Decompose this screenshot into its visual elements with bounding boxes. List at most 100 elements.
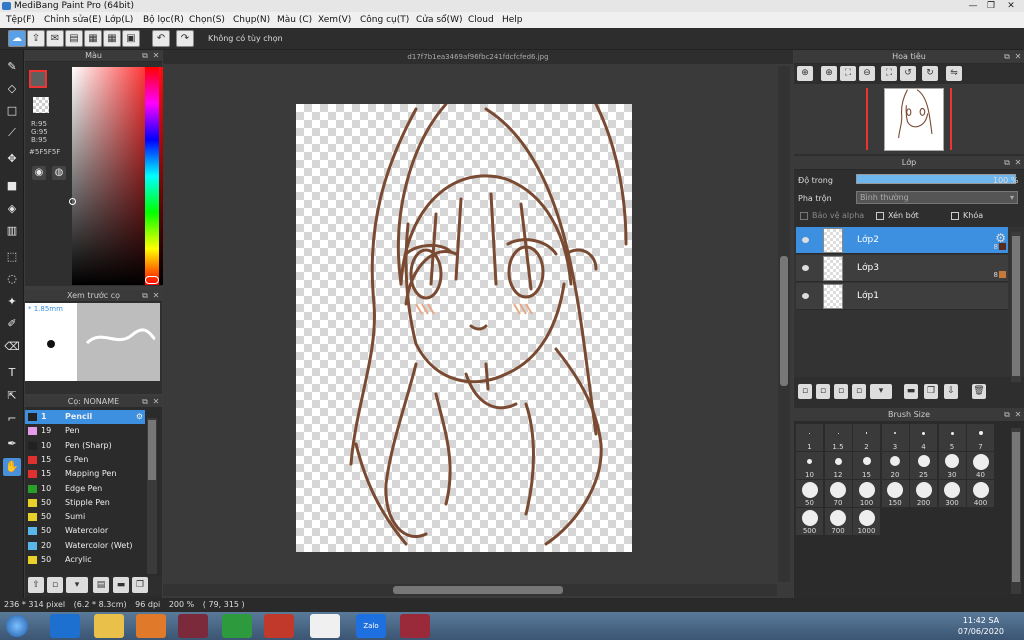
select-eraser-icon[interactable]: ⌫ xyxy=(3,338,21,356)
zoom-out-icon[interactable]: ⊖ xyxy=(859,66,875,81)
foreground-color-swatch[interactable] xyxy=(29,70,47,88)
navigator-view[interactable] xyxy=(794,84,1024,154)
brush-size-scroll-thumb[interactable] xyxy=(1012,432,1020,582)
brush-size-preset[interactable]: 100 xyxy=(853,480,880,507)
dropper-tool-icon[interactable]: ✒ xyxy=(3,435,21,453)
close-button[interactable]: ✕ xyxy=(1002,0,1020,12)
layer-row[interactable]: Lớp3 8 xyxy=(796,255,1008,282)
rotate-left-icon[interactable]: ↺ xyxy=(900,66,916,81)
panel-close-icon[interactable]: ✕ xyxy=(151,50,161,62)
brush-size-preset[interactable]: 700 xyxy=(824,508,852,535)
comment-icon[interactable]: ✉ xyxy=(46,30,64,47)
palette-icon[interactable]: ◉ xyxy=(32,166,46,180)
brush-item[interactable]: 1 Pencil ⚙ xyxy=(25,410,145,424)
zalo-icon[interactable]: Zalo xyxy=(356,614,386,638)
new-brush-icon[interactable]: ▫ xyxy=(47,577,63,593)
brush-size-preset[interactable]: 300 xyxy=(938,480,966,507)
brush-size-preset[interactable]: 12 xyxy=(824,452,852,479)
lock-checkbox[interactable] xyxy=(951,212,959,220)
eraser-tool-icon[interactable]: ◇ xyxy=(3,80,21,98)
bucket-tool-icon[interactable]: ◈ xyxy=(3,200,21,218)
add-layer-menu-icon[interactable]: ▾ xyxy=(870,384,892,399)
panel-close-icon[interactable]: ✕ xyxy=(1013,50,1023,64)
fit-window-icon[interactable]: ⛶ xyxy=(840,66,856,81)
visibility-eye-icon[interactable] xyxy=(802,237,809,243)
medibang-taskbar-icon[interactable] xyxy=(310,614,340,638)
app-grid-icon[interactable] xyxy=(400,614,430,638)
zoom-fit-icon[interactable]: ⊕ xyxy=(821,66,837,81)
select-pen-icon[interactable]: ✐ xyxy=(3,315,21,333)
layout-icon[interactable]: ▣ xyxy=(122,30,140,47)
canvas-vscroll-thumb[interactable] xyxy=(780,256,788,386)
brush-size-preset[interactable]: 70 xyxy=(824,480,852,507)
brush-list-scroll-thumb[interactable] xyxy=(148,420,156,480)
panel-float-icon[interactable]: ⧉ xyxy=(140,50,150,62)
page-icon[interactable]: ▦ xyxy=(84,30,102,47)
chat-icon[interactable]: ▤ xyxy=(65,30,83,47)
clock[interactable]: 11:42 SA 07/06/2020 xyxy=(958,615,1004,637)
brush-settings-icon[interactable]: ▤ xyxy=(93,577,109,593)
menu-view[interactable]: Xem(V) xyxy=(318,12,351,28)
brush-size-preset[interactable]: 4 xyxy=(910,424,937,451)
new-8bit-layer-icon[interactable]: ▫ xyxy=(834,384,848,399)
brush-size-preset[interactable]: 15 xyxy=(853,452,880,479)
zoom-in-icon[interactable]: ⊕ xyxy=(797,66,813,81)
brush-size-preset[interactable]: 30 xyxy=(938,452,966,479)
sv-cursor[interactable] xyxy=(69,198,76,205)
grid-icon[interactable]: ▦ xyxy=(103,30,121,47)
brush-item[interactable]: 15 Mapping Pen xyxy=(25,467,145,481)
line-tool-icon[interactable]: ⟋ xyxy=(3,124,21,142)
redo-icon[interactable]: ↷ xyxy=(176,30,194,47)
clipping-checkbox[interactable] xyxy=(876,212,884,220)
brush-size-preset[interactable]: 400 xyxy=(967,480,994,507)
layer-row[interactable]: Lớp1 xyxy=(796,283,1008,310)
brush-size-preset[interactable]: 2 xyxy=(853,424,880,451)
brush-size-preset[interactable]: 7 xyxy=(967,424,994,451)
brush-size-preset[interactable]: 1 xyxy=(796,424,823,451)
brush-item[interactable]: 15 G Pen xyxy=(25,453,145,467)
brush-size-preset[interactable]: 25 xyxy=(910,452,937,479)
export-icon[interactable]: ⇪ xyxy=(27,30,45,47)
canvas-vscrollbar[interactable] xyxy=(778,66,790,582)
panel-close-icon[interactable]: ✕ xyxy=(1013,408,1023,422)
menu-layer[interactable]: Lớp(L) xyxy=(105,12,133,28)
drawing-canvas[interactable] xyxy=(296,104,632,552)
panel-close-icon[interactable]: ✕ xyxy=(151,290,161,302)
canvas-hscrollbar[interactable] xyxy=(163,584,777,596)
panel-close-icon[interactable]: ✕ xyxy=(1013,156,1023,170)
brush-size-preset[interactable]: 40 xyxy=(967,452,994,479)
panel-close-icon[interactable]: ✕ xyxy=(151,396,161,408)
brush-size-preset[interactable]: 200 xyxy=(910,480,937,507)
brush-item[interactable]: 50 Watercolor xyxy=(25,524,145,538)
duplicate-layer-icon[interactable]: ❐ xyxy=(924,384,938,399)
brush-tool-icon[interactable]: ✎ xyxy=(3,58,21,76)
panel-float-icon[interactable]: ⧉ xyxy=(140,396,150,408)
panel-float-icon[interactable]: ⧉ xyxy=(1002,408,1012,422)
menu-filter[interactable]: Bộ lọc(R) xyxy=(143,12,184,28)
eyedropper-tool-icon[interactable]: ⌐ xyxy=(3,410,21,428)
brush-size-preset[interactable]: 10 xyxy=(796,452,823,479)
canvas-hscroll-thumb[interactable] xyxy=(393,586,563,594)
hue-slider[interactable] xyxy=(145,67,159,285)
background-color-swatch[interactable] xyxy=(33,97,49,113)
blend-mode-select[interactable]: Bình thường ▾ xyxy=(856,191,1018,204)
flip-icon[interactable]: ⇋ xyxy=(946,66,962,81)
menu-color[interactable]: Màu (C) xyxy=(277,12,312,28)
panel-float-icon[interactable]: ⧉ xyxy=(1002,50,1012,64)
undo-icon[interactable]: ↶ xyxy=(152,30,170,47)
brush-size-preset[interactable]: 3 xyxy=(881,424,909,451)
brush-item[interactable]: 50 Acrylic xyxy=(25,553,145,567)
text-tool-icon[interactable]: T xyxy=(3,364,21,382)
brush-size-preset[interactable]: 1.5 xyxy=(824,424,852,451)
panel-float-icon[interactable]: ⧉ xyxy=(140,290,150,302)
brush-size-preset[interactable]: 20 xyxy=(881,452,909,479)
new-layer-icon[interactable]: ▫ xyxy=(798,384,812,399)
ppt-icon[interactable] xyxy=(264,614,294,638)
file-explorer-icon[interactable] xyxy=(94,614,124,638)
menu-help[interactable]: Help xyxy=(502,12,523,28)
lasso-tool-icon[interactable]: ◌ xyxy=(3,270,21,288)
layer-scroll-thumb[interactable] xyxy=(1012,236,1020,376)
layer-settings-gear-icon[interactable]: ⚙ xyxy=(995,231,1006,245)
protect-alpha-checkbox[interactable] xyxy=(800,212,808,220)
menu-capture[interactable]: Chụp(N) xyxy=(233,12,270,28)
